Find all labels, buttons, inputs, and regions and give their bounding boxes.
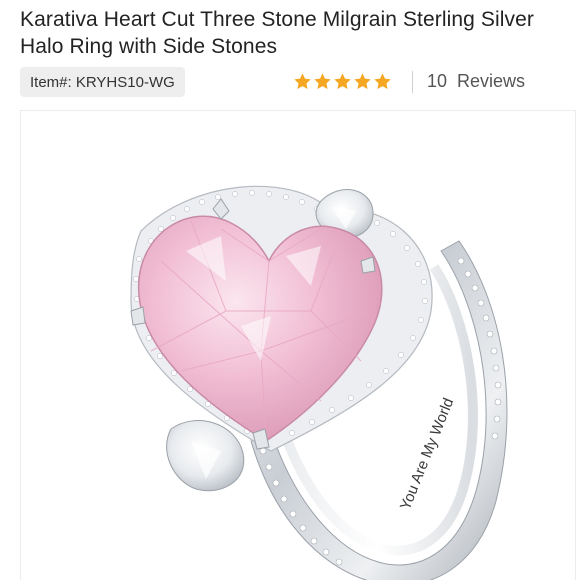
- ring-illustration: You Are My World: [130, 185, 508, 580]
- review-count: 10: [427, 71, 448, 91]
- star-icon: [354, 73, 371, 89]
- product-image[interactable]: You Are My World: [20, 110, 576, 580]
- item-number-value: KRYHS10-WG: [75, 73, 175, 91]
- product-meta-row: Item#: KRYHS10-WG 10 Reviews: [20, 67, 565, 99]
- star-icon: [314, 73, 331, 89]
- product-page: Karativa Heart Cut Three Stone Milgrain …: [0, 0, 580, 580]
- review-label: Reviews: [457, 71, 526, 91]
- rating-divider: [412, 71, 413, 93]
- star-icon: [294, 73, 311, 89]
- star-icon: [334, 73, 351, 89]
- product-title: Karativa Heart Cut Three Stone Milgrain …: [20, 8, 535, 58]
- item-number-label: Item#:: [30, 73, 72, 91]
- star-icon: [374, 73, 391, 89]
- rating-stars[interactable]: [293, 72, 392, 91]
- reviews-link[interactable]: 10 Reviews: [427, 71, 525, 92]
- engraving-text: You Are My World: [397, 396, 457, 513]
- item-number-badge: Item#: KRYHS10-WG: [20, 67, 185, 97]
